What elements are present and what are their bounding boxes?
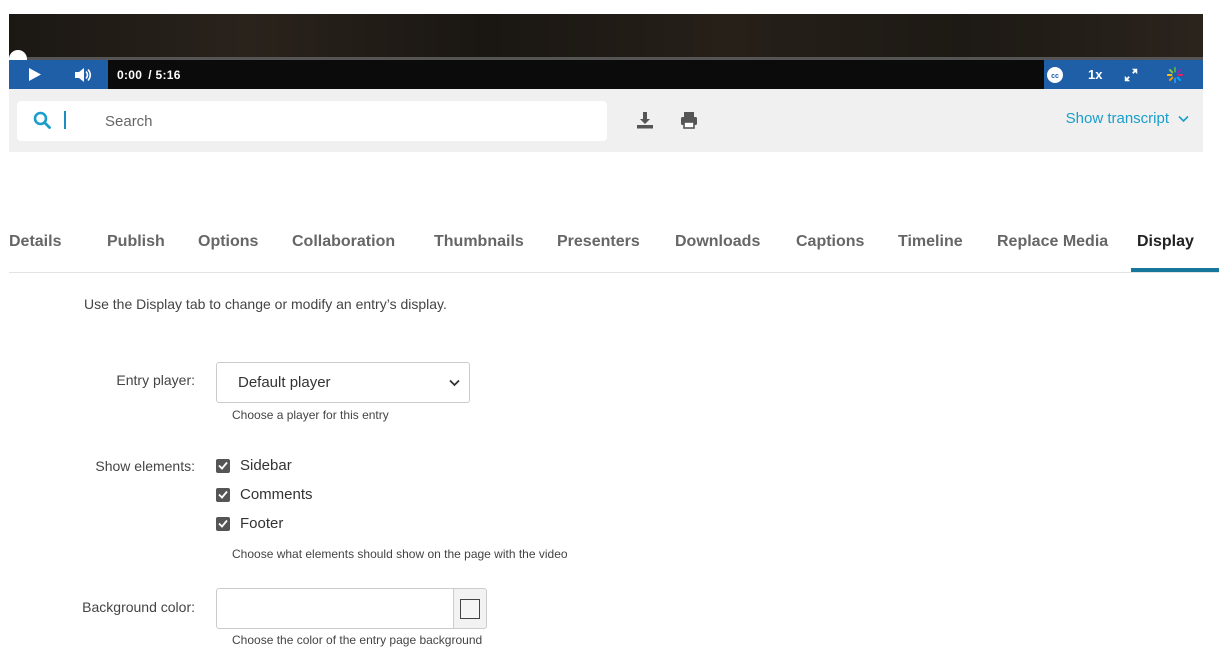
transcript-search[interactable] [17,101,607,141]
search-cursor [64,111,66,129]
entry-player-value: Default player [238,374,331,391]
tab-description: Use the Display tab to change or modify … [84,296,447,312]
duration: / 5:16 [148,67,181,82]
entry-player-label: Entry player: [116,372,195,388]
show-elements-help: Choose what elements should show on the … [232,547,568,561]
tab-options[interactable]: Options [198,233,258,251]
svg-text:cc: cc [1051,73,1059,80]
color-swatch [460,598,480,619]
show-elements-label: Show elements: [95,458,195,474]
player-controls: 0:00 / 5:16 cc 1x [9,60,1203,89]
tab-thumbnails[interactable]: Thumbnails [434,233,524,251]
play-button[interactable] [27,60,43,89]
video-frame[interactable] [9,14,1203,57]
color-picker-button[interactable] [453,588,487,629]
tab-collaboration[interactable]: Collaboration [292,233,395,251]
volume-button[interactable] [75,60,93,89]
download-icon[interactable] [636,111,654,129]
spinner-icon [1167,66,1183,83]
show-transcript-label: Show transcript [1065,110,1169,127]
footer-checkbox[interactable] [216,516,230,531]
tab-captions[interactable]: Captions [796,233,864,251]
playback-speed-button[interactable]: 1x [1088,60,1102,89]
tab-downloads[interactable]: Downloads [675,233,760,251]
search-input[interactable] [105,109,585,133]
comments-checkbox[interactable] [216,487,230,502]
closed-captions-icon: cc [1047,66,1063,83]
comments-checkbox-row[interactable]: Comments [216,486,313,503]
show-transcript-button[interactable]: Show transcript [1066,110,1189,127]
chevron-down-icon [1178,115,1189,122]
tab-details[interactable]: Details [9,233,61,251]
checkmark-icon [218,519,228,528]
tab-publish[interactable]: Publish [107,233,165,251]
background-color-label: Background color: [82,599,195,615]
background-color-input[interactable] [216,588,454,629]
sidebar-checkbox[interactable] [216,458,230,473]
fullscreen-button[interactable] [1122,60,1140,89]
footer-checkbox-label: Footer [240,515,284,532]
tab-replace-media[interactable]: Replace Media [997,233,1108,251]
current-time: 0:00 [117,67,143,82]
comments-checkbox-label: Comments [240,486,313,503]
print-icon[interactable] [680,111,698,129]
transcript-toolbar: Show transcript [9,89,1203,152]
search-icon [33,111,51,129]
background-color-help: Choose the color of the entry page backg… [232,633,483,647]
time-display: 0:00 / 5:16 [117,60,181,89]
sidebar-checkbox-row[interactable]: Sidebar [216,457,292,474]
sidebar-checkbox-label: Sidebar [240,457,292,474]
video-player[interactable]: 0:00 / 5:16 cc 1x [9,14,1203,89]
volume-icon [75,67,92,82]
controls-center [108,60,1044,89]
captions-button[interactable]: cc [1047,60,1063,89]
tab-timeline[interactable]: Timeline [898,233,963,251]
active-tab-indicator [1131,268,1219,272]
tab-display[interactable]: Display [1137,233,1194,251]
play-icon [29,68,41,81]
edit-tabs: Details Publish Options Collaboration Th… [9,225,1219,273]
loading-spinner [1166,60,1184,89]
checkmark-icon [218,461,228,470]
checkmark-icon [218,490,228,499]
tab-presenters[interactable]: Presenters [557,233,640,251]
footer-checkbox-row[interactable]: Footer [216,515,283,532]
fullscreen-icon [1124,68,1138,81]
entry-player-select[interactable]: Default player [216,362,470,403]
chevron-down-icon [449,379,460,387]
entry-player-help: Choose a player for this entry [232,408,389,422]
